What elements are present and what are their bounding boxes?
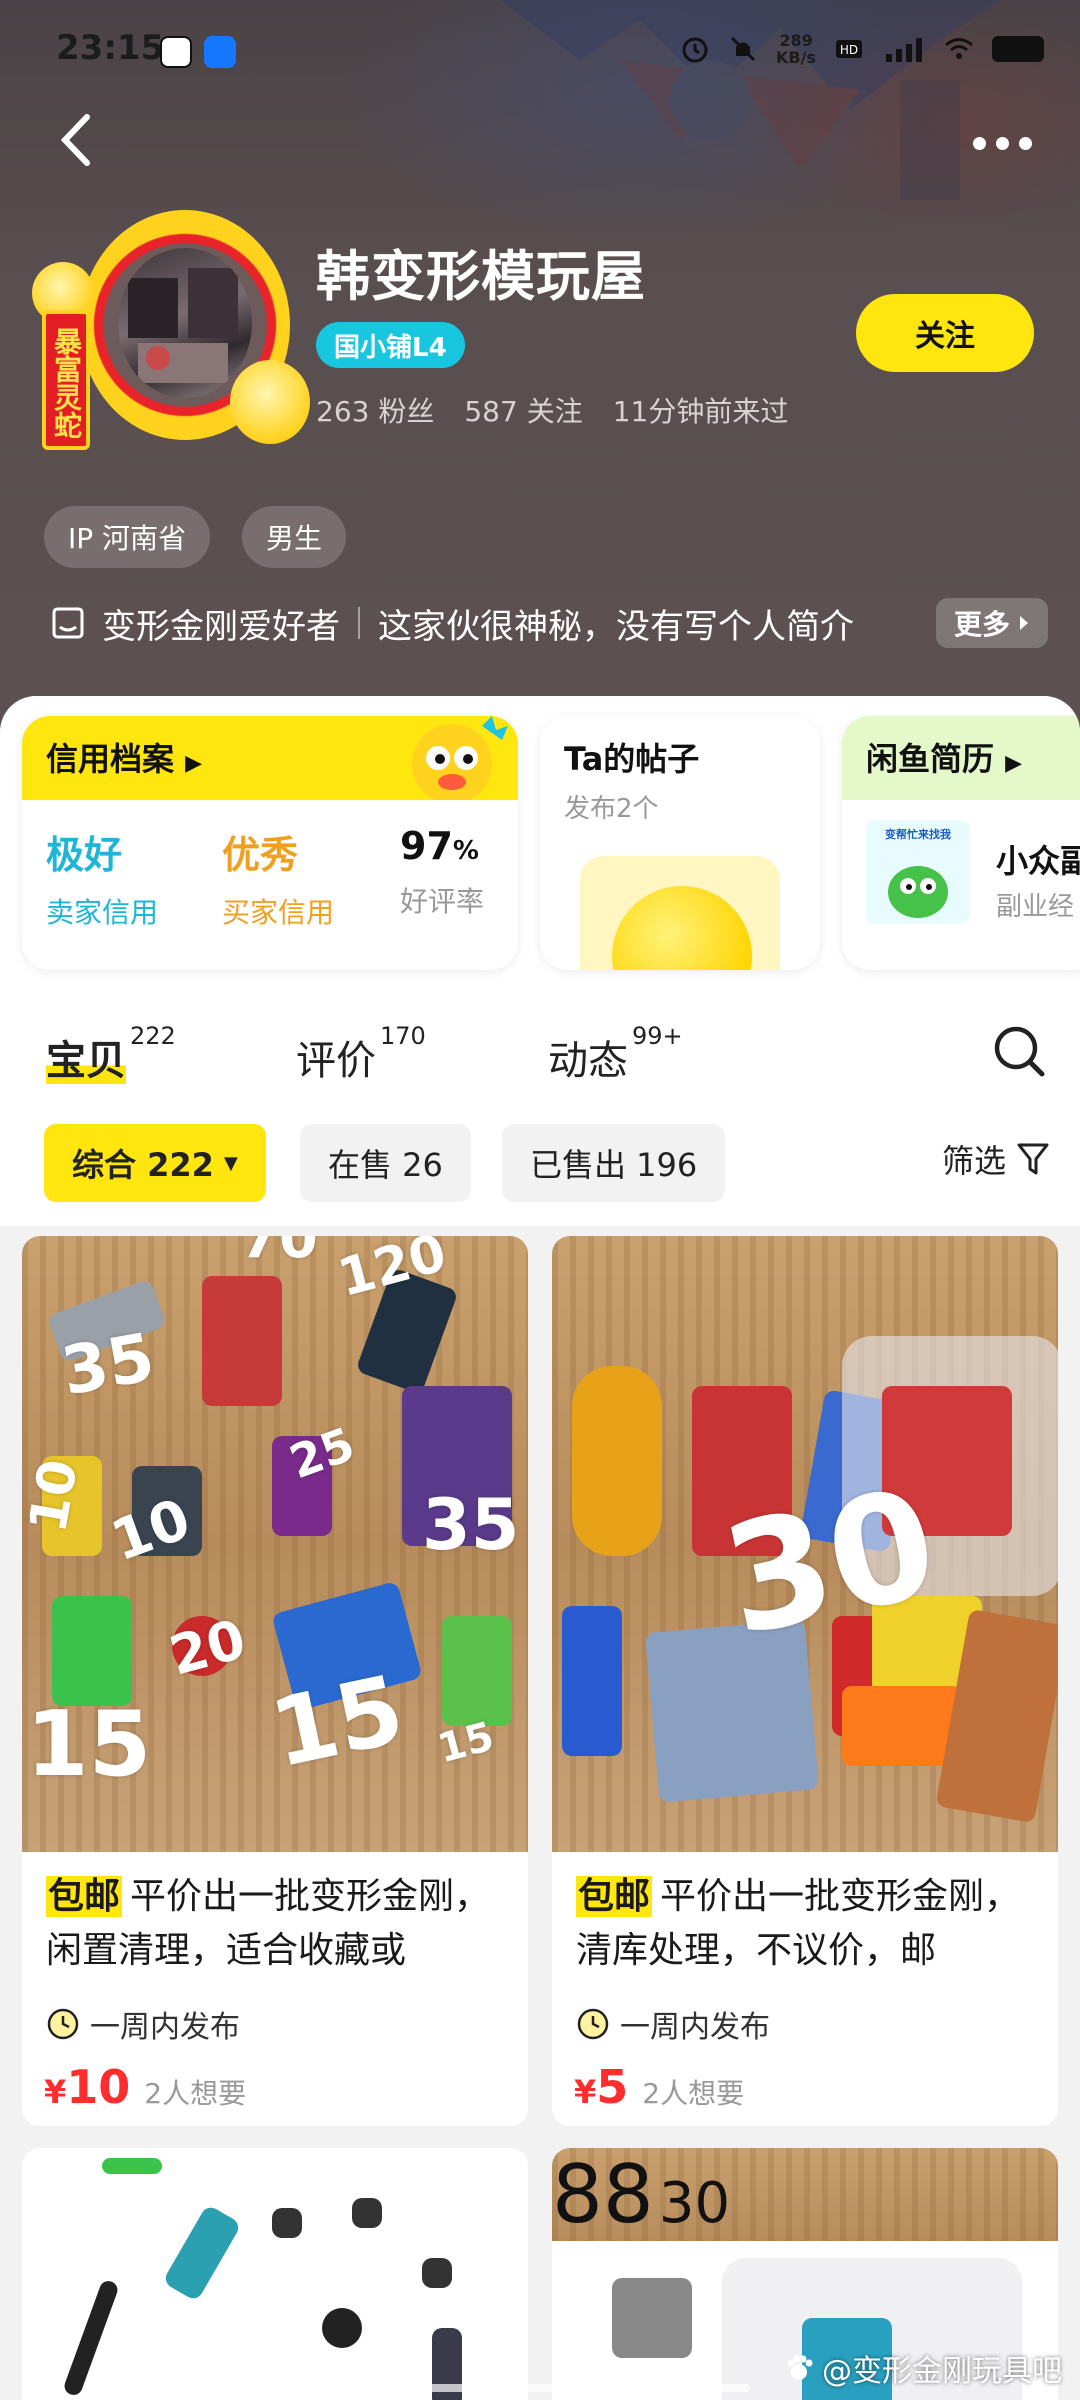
want-count: 2人想要 <box>144 2077 247 2110</box>
ip-location-tag: IP 河南省 <box>44 506 211 568</box>
dot-icon <box>972 136 986 150</box>
product-price: ¥10 <box>44 2060 131 2114</box>
product-photo: 70 120 35 25 10 10 35 20 15 15 15 <box>22 1236 528 1852</box>
mute-icon <box>730 36 756 62</box>
last-seen: 11分钟前来过 <box>612 395 789 428</box>
tab-reviews[interactable]: 评价170 <box>296 1022 426 1086</box>
product-title: 包邮 平价出一批变形金刚，闲置清理，适合收藏或 <box>46 1876 491 1971</box>
seller-credit: 极好 卖家信用 <box>46 833 159 929</box>
following-count[interactable]: 587 关注 <box>464 390 582 430</box>
caret-right-icon <box>1020 616 1028 630</box>
tab-activity[interactable]: 动态99+ <box>548 1022 683 1086</box>
caret-right-icon: ▶ <box>185 751 203 776</box>
caret-down-icon: ▼ <box>223 1152 238 1174</box>
status-bar: 23:15 289 KB/s HD <box>0 0 1080 100</box>
status-time: 23:15 <box>56 28 165 68</box>
profile-card-icon <box>52 607 84 639</box>
dot-icon <box>995 136 1009 150</box>
publish-time: 一周内发布 <box>576 2002 770 2046</box>
wifi-icon <box>945 38 973 59</box>
resume-title: 闲鱼简历 ▶ <box>866 740 1023 778</box>
filter-on-sale[interactable]: 在售 26 <box>300 1124 471 1202</box>
alipay-icon <box>204 36 236 68</box>
posts-count: 发布2个 <box>564 794 659 824</box>
product-card[interactable]: 30 包邮 平价出一批变形金刚，清库处理，不议价，邮 一周内发布 ¥5 2人想要 <box>552 1236 1058 2126</box>
shop-header: 23:15 289 KB/s HD 暴富灵蛇 韩变形模玩屋 国小铺L4 263 粉… <box>0 0 1080 730</box>
free-shipping-tag: 包邮 <box>46 1876 123 1917</box>
product-price: ¥5 <box>574 2060 629 2114</box>
shop-avatar[interactable]: 暴富灵蛇 <box>30 210 310 460</box>
back-button[interactable] <box>46 110 106 170</box>
alarm-icon <box>682 37 708 63</box>
qq-icon <box>160 36 192 68</box>
filter-all[interactable]: 综合 222 ▼ <box>44 1124 266 1202</box>
resume-card[interactable]: 闲鱼简历 ▶ 变帮忙来找我 小众副 副业经 <box>842 716 1080 970</box>
want-count: 2人想要 <box>642 2077 745 2110</box>
hd-icon: HD <box>836 40 862 58</box>
clock-icon <box>47 2008 79 2040</box>
posts-title: Ta的帖子 <box>564 740 700 778</box>
svg-text:HD: HD <box>840 43 858 57</box>
resume-thumbnail: 变帮忙来找我 <box>866 820 970 924</box>
bio-row[interactable]: 变形金刚爱好者 这家伙很神秘，没有写个人简介 更多 <box>48 596 1048 650</box>
home-indicator[interactable] <box>330 2384 750 2392</box>
watermark: @变形金刚玩具吧 <box>784 2346 1062 2390</box>
avatar-photo <box>118 248 252 398</box>
dot-icon <box>1018 136 1032 150</box>
more-options-button[interactable] <box>962 118 1042 168</box>
shop-level-badge[interactable]: 国小铺L4 <box>316 322 465 368</box>
mascot-icon <box>412 716 508 804</box>
product-title: 包邮 平价出一批变形金刚，清库处理，不议价，邮 <box>576 1876 1021 1971</box>
free-shipping-tag: 包邮 <box>576 1876 653 1917</box>
chick-sticker <box>230 360 310 444</box>
paw-icon <box>787 2355 813 2380</box>
resume-item-sub: 副业经 <box>996 892 1075 922</box>
positive-rate: 97% 好评率 <box>400 824 485 918</box>
publish-time: 一周内发布 <box>46 2002 240 2046</box>
posts-card[interactable]: Ta的帖子 发布2个 <box>540 716 820 970</box>
chevron-left-icon <box>60 114 90 166</box>
content-tabs: 宝贝222 评价170 动态99+ <box>0 1020 1080 1110</box>
divider <box>358 607 360 639</box>
clock-icon <box>577 2008 609 2040</box>
filter-sold[interactable]: 已售出 196 <box>502 1124 726 1202</box>
shop-content: 信用档案 ▶ 极好 卖家信用 优秀 买家信用 97% 好评率 Ta的帖子 发布2… <box>0 696 1080 2400</box>
price-row: ¥5 2人想要 <box>574 2060 744 2114</box>
caret-right-icon: ▶ <box>1005 751 1023 776</box>
resume-item-title: 小众副 <box>996 842 1080 880</box>
product-card[interactable]: 70 120 35 25 10 10 35 20 15 15 15 包邮 平价出一… <box>22 1236 528 2126</box>
followers-count[interactable]: 263 粉丝 <box>316 390 434 430</box>
network-speed: 289 KB/s <box>776 31 816 67</box>
bio-title: 变形金刚爱好者 <box>102 606 340 647</box>
price-row: ¥10 2人想要 <box>44 2060 246 2114</box>
bio-intro: 这家伙很神秘，没有写个人简介 <box>378 606 854 647</box>
more-bio-button[interactable]: 更多 <box>935 598 1048 648</box>
filter-button[interactable]: 筛选 <box>942 1136 1050 1182</box>
funnel-icon <box>1017 1143 1049 1175</box>
product-card[interactable] <box>22 2148 528 2400</box>
follow-button[interactable]: 关注 <box>856 294 1034 372</box>
avatar-frame-tag: 暴富灵蛇 <box>42 310 90 450</box>
product-photo: 88 30 <box>552 2148 1058 2400</box>
battery-icon <box>992 36 1044 62</box>
shop-name: 韩变形模玩屋 <box>316 245 646 308</box>
tab-items[interactable]: 宝贝222 <box>46 1022 176 1086</box>
product-photo: 30 <box>552 1236 1058 1852</box>
signal-icon <box>886 38 922 62</box>
shop-stats: 263 粉丝 587 关注 11分钟前来过 <box>316 390 788 430</box>
credit-profile-card[interactable]: 信用档案 ▶ 极好 卖家信用 优秀 买家信用 97% 好评率 <box>22 716 518 970</box>
gender-tag: 男生 <box>242 506 347 568</box>
search-icon[interactable] <box>990 1020 1050 1080</box>
credit-title: 信用档案 ▶ <box>46 740 203 778</box>
buyer-credit: 优秀 买家信用 <box>222 833 335 929</box>
